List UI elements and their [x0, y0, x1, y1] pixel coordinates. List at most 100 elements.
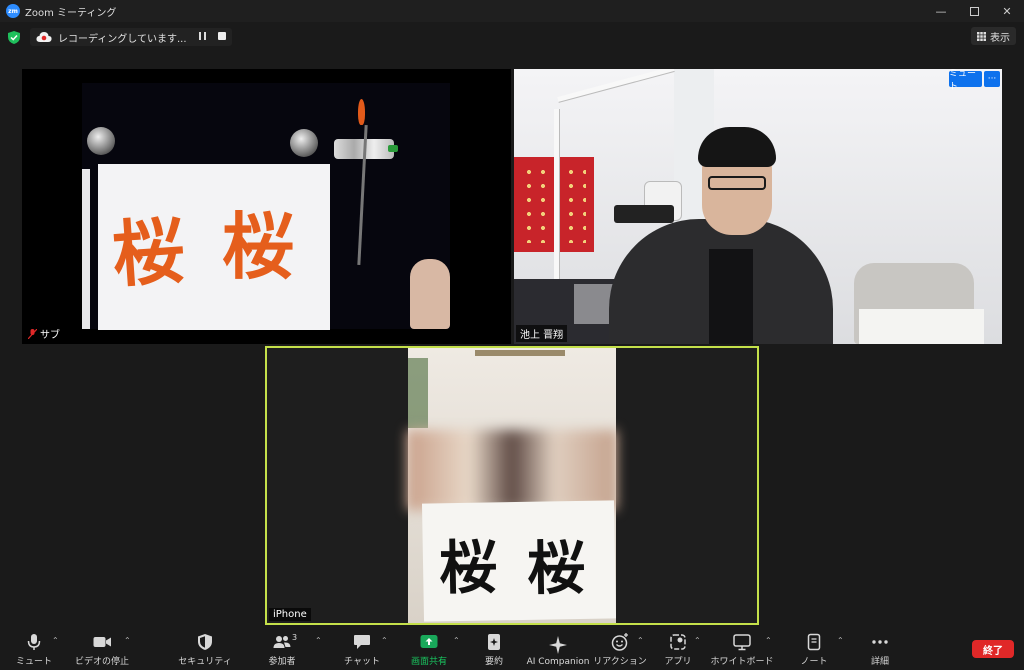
picture-frame-image	[475, 350, 565, 356]
calligraphy-paper: 桜 桜	[98, 164, 330, 330]
participants-button[interactable]: 参加者	[260, 630, 304, 670]
notes-icon	[807, 633, 821, 651]
chat-options-chevron-icon[interactable]: ⌃	[381, 636, 388, 645]
maximize-icon	[969, 6, 979, 16]
notes-label: ノート	[800, 657, 828, 667]
more-dots-icon	[872, 640, 888, 644]
video-tile-host[interactable]: ミュート ··· 池上 晋翔	[514, 69, 1002, 344]
person-shirt-image	[709, 249, 753, 344]
summary-button[interactable]: 要約	[476, 630, 512, 670]
mute-participant-button[interactable]: ミュート	[949, 69, 982, 92]
reactions-button[interactable]: リアクション	[593, 630, 647, 670]
stop-video-button[interactable]: ビデオの停止	[74, 630, 130, 670]
window-title: Zoom ミーティング	[25, 7, 117, 19]
participants-count: 3	[292, 633, 298, 642]
apps-options-chevron-icon[interactable]: ⌃	[694, 636, 701, 645]
apps-icon	[670, 634, 686, 650]
stop-recording-button[interactable]	[217, 31, 226, 43]
recording-bar: レコーディングしています...	[0, 24, 1024, 50]
reactions-label: リアクション	[593, 657, 647, 667]
calligraphy-paper: 桜 桜	[421, 500, 617, 622]
recording-status: レコーディングしています...	[30, 28, 232, 46]
share-screen-button[interactable]: 画面共有	[406, 630, 452, 670]
video-camera-icon	[93, 637, 111, 647]
mute-options-chevron-icon[interactable]: ⌃	[52, 636, 59, 645]
participant-more-button[interactable]: ···	[984, 71, 1000, 87]
participant-name: iPhone	[273, 609, 307, 620]
smiley-icon	[611, 633, 628, 651]
whiteboard-icon	[733, 634, 751, 651]
participants-options-chevron-icon[interactable]: ⌃	[315, 636, 322, 645]
mute-button[interactable]: ミュート	[12, 630, 56, 670]
close-button[interactable]: ✕	[990, 0, 1024, 22]
notes-options-chevron-icon[interactable]: ⌃	[837, 636, 844, 645]
whiteboard-button[interactable]: ホワイトボード	[710, 630, 774, 670]
security-label: セキュリティ	[178, 657, 232, 667]
calligraphy-character-left: 桜	[438, 533, 498, 603]
calligraphy-character-left: 桜	[109, 207, 188, 298]
participant-label: 池上 晋翔	[516, 325, 568, 342]
ai-companion-button[interactable]: AI Companion	[526, 630, 590, 670]
video-tile-iphone[interactable]: 桜 桜 iPhone	[265, 346, 759, 625]
paperweight-image	[87, 127, 115, 155]
ai-companion-label: AI Companion	[526, 657, 590, 667]
share-screen-icon	[420, 635, 438, 648]
security-button[interactable]: セキュリティ	[178, 630, 232, 670]
plant-image	[408, 358, 428, 428]
pause-icon	[198, 31, 206, 40]
stop-video-label: ビデオの停止	[74, 657, 129, 667]
end-meeting-button[interactable]: 終了	[972, 640, 1014, 658]
whiteboard-label: ホワイトボード	[710, 657, 774, 667]
chat-button[interactable]: チャット	[340, 630, 384, 670]
minimize-button[interactable]: —	[924, 0, 958, 22]
video-options-chevron-icon[interactable]: ⌃	[124, 636, 131, 645]
chat-bubble-icon	[354, 635, 370, 649]
webcam-image	[614, 205, 674, 223]
apps-label: アプリ	[664, 657, 692, 667]
bag-image	[859, 309, 984, 344]
pause-recording-button[interactable]	[198, 31, 206, 43]
glasses-image	[708, 176, 766, 190]
participant-name: サブ	[40, 330, 60, 341]
security-shield-icon	[198, 634, 212, 650]
video-tile-sub[interactable]: 桜 桜 サブ	[22, 69, 511, 344]
summary-label: 要約	[484, 657, 503, 667]
blurred-faces-image	[407, 430, 617, 510]
brush-tip-image	[358, 99, 365, 125]
paper-edge-image	[82, 169, 90, 329]
notes-button[interactable]: ノート	[796, 630, 832, 670]
encryption-shield-icon[interactable]	[8, 30, 20, 44]
share-screen-label: 画面共有	[410, 657, 447, 667]
maximize-button[interactable]	[957, 0, 991, 22]
zoom-logo-icon: zm	[6, 4, 20, 18]
more-button[interactable]: 詳細	[862, 630, 898, 670]
sparkle-icon	[549, 636, 567, 654]
apps-button[interactable]: アプリ	[662, 630, 694, 670]
participant-label: iPhone	[269, 608, 311, 621]
muted-mic-icon	[28, 328, 37, 339]
share-options-chevron-icon[interactable]: ⌃	[453, 636, 460, 645]
participants-icon	[273, 636, 291, 648]
view-button[interactable]: 表示	[971, 27, 1016, 45]
mute-label: ミュート	[15, 657, 52, 667]
recording-text: レコーディングしています...	[58, 33, 187, 45]
microphone-icon	[27, 634, 41, 650]
person-hair-image	[698, 127, 776, 167]
participants-label: 参加者	[268, 657, 296, 667]
participant-label: サブ	[24, 325, 64, 342]
hand-image	[410, 259, 450, 329]
participant-name: 池上 晋翔	[520, 330, 564, 341]
whiteboard-options-chevron-icon[interactable]: ⌃	[765, 636, 772, 645]
more-label: 詳細	[870, 657, 889, 667]
calligraphy-character-right: 桜	[526, 533, 586, 603]
summary-document-icon	[488, 634, 500, 650]
paperweight-image	[290, 129, 318, 157]
stop-icon	[217, 31, 226, 40]
reactions-options-chevron-icon[interactable]: ⌃	[637, 636, 644, 645]
brush-cap-image	[388, 145, 398, 152]
meeting-toolbar: ミュート ⌃ ビデオの停止 ⌃ セキュリティ 参加者 3 ⌃ チャット ⌃ 画面…	[0, 630, 1024, 670]
title-bar: zm Zoom ミーティング — ✕	[0, 0, 1024, 22]
view-button-label: 表示	[990, 32, 1010, 44]
grid-icon	[977, 31, 986, 41]
calligraphy-character-right: 桜	[222, 204, 295, 289]
